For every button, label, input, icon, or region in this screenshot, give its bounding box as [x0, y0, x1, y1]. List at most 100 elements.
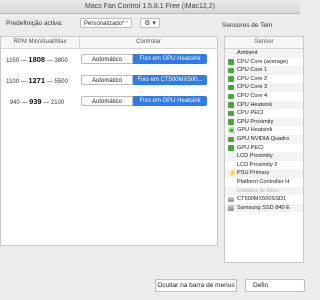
- rpm-values: 1100 — 1271 — 5500: [1, 76, 73, 85]
- sensor-name: GPU Heatsink: [237, 127, 273, 134]
- sensor-row[interactable]: CPU Core 3: [225, 83, 303, 92]
- chip-icon: [228, 93, 234, 100]
- disk-icon: [228, 196, 234, 203]
- preset-label: Predefinição activa:: [6, 20, 63, 27]
- sensor-row[interactable]: CPU Proximity: [225, 117, 303, 127]
- chip-icon: [228, 102, 234, 108]
- gpu-icon: ▣: [228, 126, 235, 134]
- rpm-min: 1150: [6, 58, 20, 64]
- sensor-name: CPU Proximity: [237, 118, 274, 125]
- preferences-button[interactable]: Defin: [245, 279, 305, 292]
- sensor-row[interactable]: CPU Core 4: [225, 92, 303, 101]
- sensor-name: Samsung SSD 840 E: [237, 204, 290, 211]
- dash: —: [20, 79, 27, 85]
- sensor-row[interactable]: CPU PECI: [225, 109, 303, 118]
- chip-icon: [228, 76, 234, 82]
- sensor-row[interactable]: Unidades de Disco: [225, 186, 303, 196]
- chip-icon: [228, 84, 234, 91]
- lightning-icon: ⚡: [228, 169, 237, 177]
- chip-icon: [228, 110, 234, 117]
- sensor-column-header: Sensor: [225, 37, 303, 49]
- sensor-row[interactable]: CPU Heatsink: [225, 100, 303, 110]
- blank-icon: [228, 180, 234, 186]
- window-title: Macs Fan Control 1.5.8.1 Free (iMac12,2): [0, 0, 300, 14]
- fixed-sensor-button[interactable]: Fixo em GPU Heatsink: [133, 96, 207, 106]
- auto-button[interactable]: Automático: [81, 75, 133, 85]
- dash: —: [20, 58, 27, 64]
- sensor-row[interactable]: CT500MX500SSD1: [225, 195, 303, 204]
- sensor-name: CPU Heatsink: [237, 101, 273, 108]
- chevron-updown-icon: ⌃: [124, 21, 129, 27]
- fan-row: 1150 — 1808 — 3800 Automático Fixo em GP…: [1, 49, 217, 70]
- sensor-name: Ambient: [237, 50, 258, 56]
- auto-button[interactable]: Automático: [81, 54, 133, 64]
- dash: —: [46, 79, 53, 85]
- sensor-row[interactable]: CPU Core 2: [225, 75, 303, 84]
- sensor-name: CPU Core 1: [237, 67, 268, 74]
- rpm-min: 940: [9, 100, 20, 106]
- sensor-name: GPU NVIDIA Quadro: [237, 135, 290, 142]
- chip-icon: [228, 145, 234, 151]
- sensor-row[interactable]: ⚡ PSU Primary: [225, 169, 303, 178]
- sensor-row[interactable]: Ambient: [225, 49, 303, 58]
- fixed-sensor-button[interactable]: Fixo em GPU Heatsink: [133, 54, 207, 64]
- sensor-row[interactable]: GPU NVIDIA Quadro: [225, 134, 303, 144]
- sensor-table: Sensor Ambient CPU Core (average) CPU Core…: [224, 36, 304, 263]
- sensor-name: CPU Core 3: [237, 84, 268, 91]
- sensor-name: CPU Core 2: [237, 75, 268, 82]
- sensor-row[interactable]: LCD Proximity: [225, 152, 303, 161]
- rpm-column-header: RPM Min/Atual/Max: [13, 39, 67, 45]
- rpm-max: 3800: [54, 58, 68, 64]
- blank-icon: [228, 154, 234, 160]
- rpm-values: 1150 — 1808 — 3800: [1, 55, 73, 64]
- disk-icon: [228, 205, 234, 211]
- gear-icon: ⚙ ▾: [144, 20, 156, 27]
- gear-menu-button[interactable]: ⚙ ▾: [140, 18, 160, 28]
- blank-icon: [228, 162, 234, 168]
- rpm-current: 939: [29, 97, 42, 106]
- rpm-min: 1100: [6, 79, 20, 85]
- hide-in-menubar-button[interactable]: Ocultar na barra de menus: [155, 279, 237, 292]
- chip-icon: [228, 136, 234, 143]
- sensor-name: PSU Primary: [237, 170, 270, 177]
- preset-value: Personalizado*: [84, 21, 125, 27]
- sensor-row[interactable]: CPU Core 1: [225, 66, 303, 75]
- sensor-row[interactable]: Platform Controller H: [225, 178, 303, 187]
- fan-table: RPM Min/Atual/Max Controlar 1150 — 1808 …: [0, 36, 218, 246]
- fan-row: 1100 — 1271 — 5500 Automático Fixo em CT…: [1, 70, 217, 91]
- dash: —: [21, 100, 28, 106]
- sensors-title: Sensores de Tem: [222, 22, 273, 29]
- sensor-row[interactable]: LCD Proximity 2: [225, 161, 303, 170]
- control-column-header: Controlar: [136, 39, 161, 45]
- sensor-name: Platform Controller H: [237, 178, 290, 185]
- rpm-values: 940 — 939 — 2100: [1, 97, 73, 106]
- rpm-max: 2100: [50, 100, 65, 106]
- sensor-row[interactable]: GPU PECI: [225, 144, 303, 153]
- sensor-name: CT500MX500SSD1: [237, 196, 287, 203]
- fixed-sensor-button[interactable]: Fixo em CT500MX500...: [133, 75, 207, 85]
- sensor-name: GPU PECI: [237, 144, 264, 151]
- preset-select[interactable]: Personalizado* ⌃: [80, 18, 132, 28]
- sensor-name: LCD Proximity: [237, 153, 273, 160]
- sensor-list: Ambient CPU Core (average) CPU Core 1 CPU C…: [225, 49, 303, 213]
- auto-button[interactable]: Automático: [81, 96, 133, 106]
- fan-row: 940 — 939 — 2100 Automático Fixo em GPU …: [1, 91, 217, 112]
- blank-icon: [228, 188, 234, 194]
- rpm-max: 5500: [54, 79, 68, 85]
- rpm-current: 1808: [28, 55, 46, 64]
- sensor-name: CPU Core 4: [237, 92, 268, 99]
- chip-icon: [228, 119, 234, 125]
- sensor-name: LCD Proximity 2: [237, 161, 278, 168]
- fan-table-header: RPM Min/Atual/Max Controlar: [1, 37, 217, 49]
- blank-icon: [228, 51, 234, 57]
- chip-icon: [228, 67, 234, 74]
- sensor-name: CPU Core (average): [237, 58, 288, 65]
- sensor-row[interactable]: ▣ GPU Heatsink: [225, 126, 303, 135]
- sensor-name: CPU PECI: [237, 110, 264, 117]
- chip-icon: [228, 59, 234, 65]
- sensor-row[interactable]: CPU Core (average): [225, 58, 303, 67]
- sensor-name: Unidades de Disco: [237, 187, 279, 194]
- rpm-current: 1271: [28, 76, 46, 85]
- sensor-row[interactable]: Samsung SSD 840 E: [225, 203, 303, 213]
- dash: —: [46, 58, 53, 64]
